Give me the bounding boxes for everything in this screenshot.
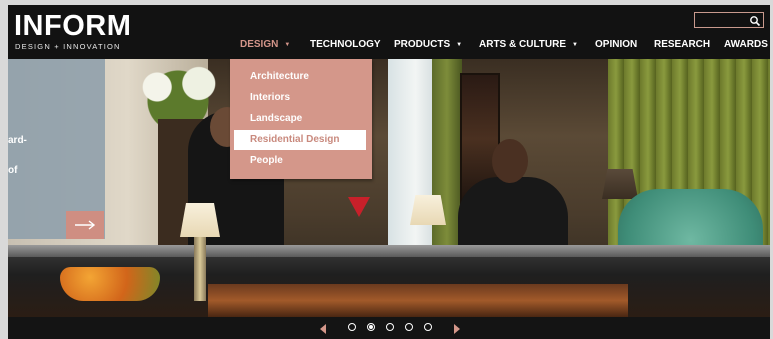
carousel-dot[interactable] (424, 323, 432, 331)
nav-awards[interactable]: AWARDS (724, 37, 768, 57)
carousel-dot[interactable] (386, 323, 394, 331)
hero-lamp-left-base (194, 237, 206, 301)
arrow-right-icon (75, 220, 96, 230)
nav-research-label: RESEARCH (654, 39, 711, 50)
nav-research[interactable]: RESEARCH (654, 37, 710, 57)
menu-item-architecture[interactable]: Architecture (234, 67, 366, 87)
hero-lamp-right (602, 169, 638, 199)
nav-technology-label: TECHNOLOGY (310, 39, 381, 50)
nav-products-label: PRODUCTS (394, 39, 451, 50)
search-icon[interactable] (749, 14, 761, 27)
hero-fruit-bowl (60, 267, 160, 301)
site-header: INFORM DESIGN + INNOVATION DESIGN ▼ TECHN… (8, 5, 770, 59)
hero-bar-front (208, 284, 628, 317)
hero-bar-top (8, 245, 770, 257)
nav-arts-culture-label: ARTS & CULTURE (479, 39, 567, 50)
page-frame: INFORM DESIGN + INNOVATION DESIGN ▼ TECHN… (8, 5, 770, 339)
carousel-dot-active[interactable] (367, 323, 375, 331)
carousel-dot[interactable] (405, 323, 413, 331)
caret-down-icon: ▼ (284, 42, 291, 48)
nav-products[interactable]: PRODUCTS ▼ (394, 37, 462, 57)
read-more-button[interactable] (66, 211, 104, 239)
nav-awards-label: AWARDS (724, 39, 768, 50)
hero-lamp-left (180, 203, 220, 237)
caret-down-icon: ▼ (456, 42, 463, 48)
nav-design[interactable]: DESIGN ▼ (240, 37, 290, 57)
nav-arts-culture[interactable]: ARTS & CULTURE ▼ (479, 37, 578, 57)
menu-item-landscape[interactable]: Landscape (234, 109, 366, 129)
caret-down-icon: ▼ (572, 42, 578, 48)
chevron-right-icon[interactable] (452, 322, 462, 334)
menu-item-residential-design[interactable]: Residential Design (234, 130, 366, 150)
caption-fragment: ard- (8, 135, 27, 146)
hero-cocktail (348, 197, 370, 217)
menu-item-interiors[interactable]: Interiors (234, 88, 366, 108)
search-input[interactable] (697, 14, 745, 26)
hero-lamp-center (410, 195, 446, 225)
search-box[interactable] (694, 12, 764, 28)
carousel-controls (8, 317, 770, 339)
hero-bartender-right-head (492, 139, 528, 183)
menu-item-people[interactable]: People (234, 151, 366, 171)
design-dropdown-menu: Architecture Interiors Landscape Residen… (230, 59, 372, 179)
nav-opinion-label: OPINION (595, 39, 638, 50)
nav-design-label: DESIGN (240, 39, 279, 50)
chevron-left-icon[interactable] (318, 322, 328, 334)
nav-opinion[interactable]: OPINION (595, 37, 637, 57)
carousel-dot[interactable] (348, 323, 356, 331)
caption-fragment: of (8, 165, 18, 176)
main-nav: DESIGN ▼ TECHNOLOGY PRODUCTS ▼ ARTS & CULT… (8, 37, 770, 57)
nav-technology[interactable]: TECHNOLOGY (310, 37, 381, 57)
hero-image[interactable]: ard- of (8, 59, 770, 317)
